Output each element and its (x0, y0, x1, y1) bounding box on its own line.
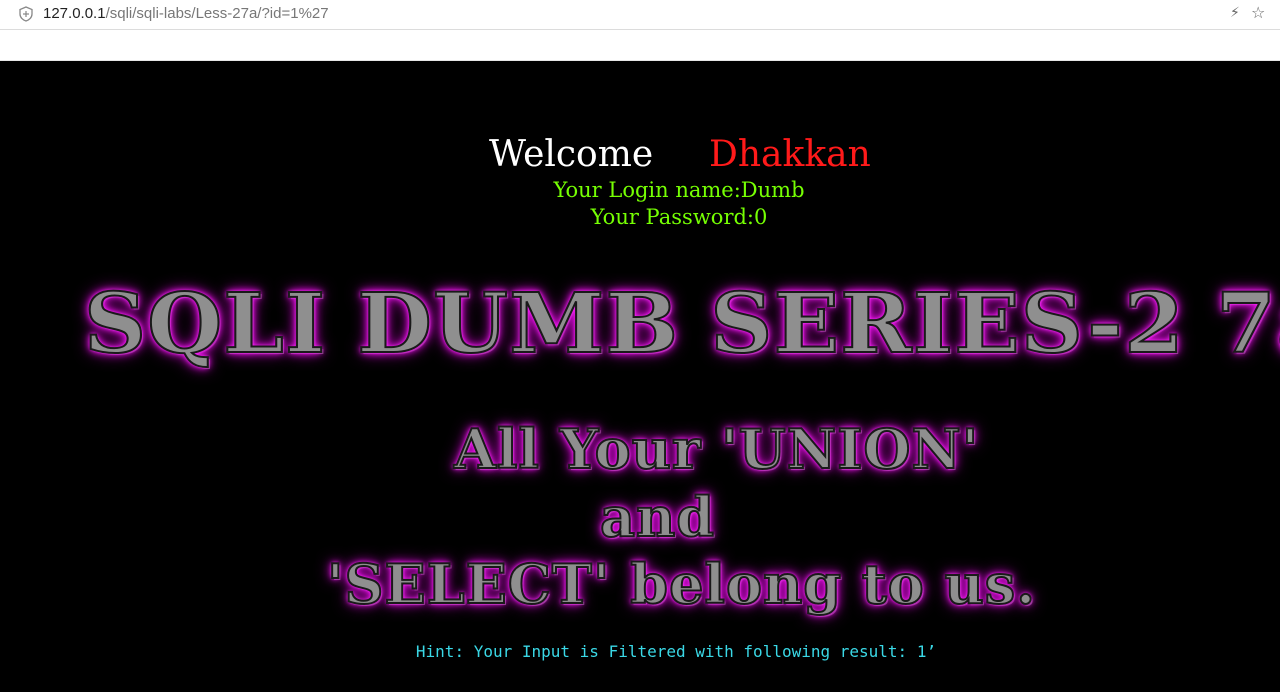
password-line: Your Password:0 (590, 205, 768, 229)
url-host: 127.0.0.1 (43, 5, 106, 22)
star-icon[interactable]: ☆ (1251, 3, 1265, 22)
login-name-line: Your Login name:Dumb (553, 178, 805, 202)
toolbar-strip (0, 30, 1280, 61)
slogan-line-1: All Your 'UNION' (453, 417, 980, 481)
url-path: /sqli/sqli-labs/Less-27a/?id=1%27 (105, 5, 329, 22)
address-bar[interactable]: 127.0.0.1/sqli/sqli-labs/Less-27a/?id=1%… (0, 0, 1280, 30)
welcome-name: Dhakkan (709, 134, 871, 175)
slogan-line-3: 'SELECT' belong to us. (326, 552, 1036, 616)
flash-icon[interactable]: ⚡ (1230, 5, 1240, 21)
hint-text: Hint: Your Input is Filtered with follow… (415, 642, 937, 661)
slogan-line-2: and (599, 485, 716, 549)
series-title: SQLI DUMB SERIES-2 7a (83, 276, 1280, 372)
url-text[interactable]: 127.0.0.1/sqli/sqli-labs/Less-27a/?id=1%… (43, 5, 329, 22)
shield-icon[interactable] (18, 6, 34, 22)
page-content: Welcome Dhakkan Your Login name:Dumb You… (0, 61, 1280, 692)
welcome-label: Welcome (489, 134, 654, 175)
